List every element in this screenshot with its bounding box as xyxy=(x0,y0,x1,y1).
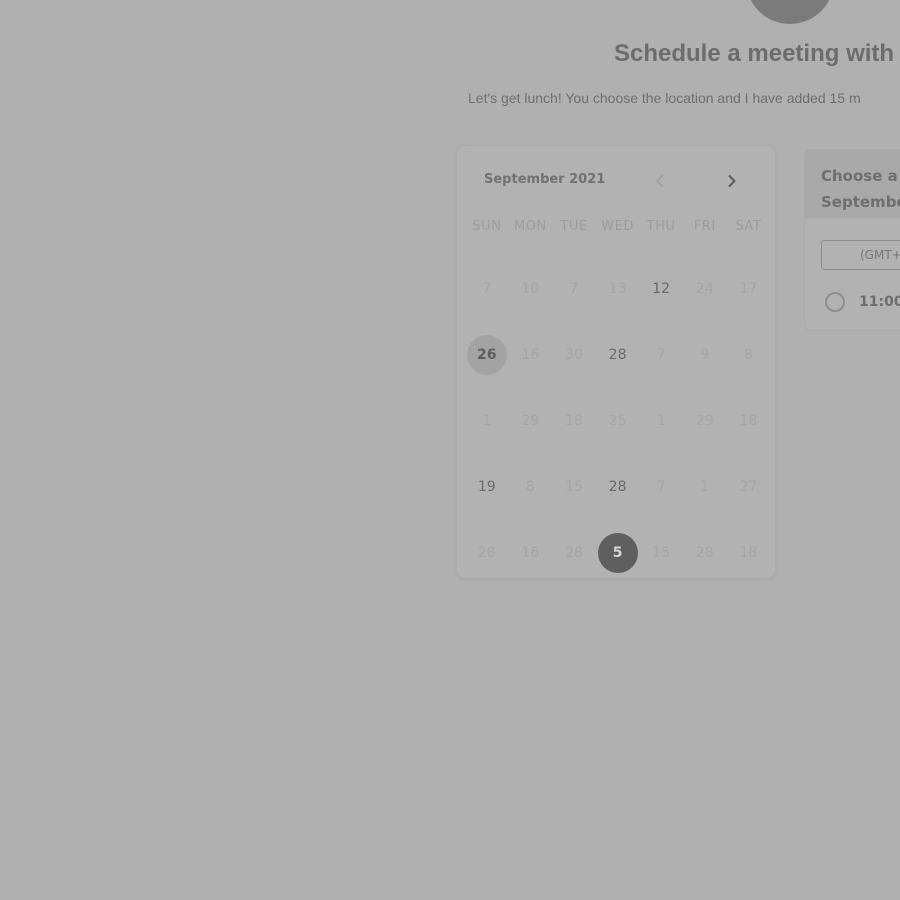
page-title: Schedule a meeting with xyxy=(614,40,895,67)
date-cell: 7 xyxy=(639,322,683,388)
date-number: 1 xyxy=(656,413,666,429)
date-number: 28 xyxy=(608,479,627,495)
date-number: 17 xyxy=(739,281,758,297)
date-number: 30 xyxy=(565,347,583,363)
date-number: 18 xyxy=(565,413,583,429)
weekday-label: FRI xyxy=(693,219,716,234)
date-cell: 28 xyxy=(683,520,727,586)
date-cell: 18 xyxy=(552,388,596,454)
today-date-cell[interactable]: 26 xyxy=(465,322,509,388)
date-cell: 8 xyxy=(509,454,553,520)
date-number: 27 xyxy=(739,479,758,495)
date-number: 13 xyxy=(608,281,627,297)
date-number: 16 xyxy=(521,347,540,363)
date-cell: 18 xyxy=(727,388,771,454)
date-number: 5 xyxy=(597,533,638,573)
date-cell: 27 xyxy=(727,454,771,520)
calendar-day-grid: 7 10 7 13 12 24 17 26 16 30 28 7 9 8 1 29 18 25 1 29 18 19 8 15… xyxy=(465,256,771,586)
date-cell: 24 xyxy=(683,256,727,322)
date-number: 8 xyxy=(525,479,535,495)
date-number: 24 xyxy=(695,281,714,297)
date-cell: 17 xyxy=(727,256,771,322)
time-slot-label: 11:00 xyxy=(859,294,900,310)
date-cell: 30 xyxy=(552,322,596,388)
date-cell: 13 xyxy=(596,256,640,322)
date-cell: 25 xyxy=(596,388,640,454)
chevron-right-icon xyxy=(728,175,736,187)
date-number: 7 xyxy=(656,479,666,495)
chevron-left-icon xyxy=(656,175,663,187)
next-month-button[interactable] xyxy=(721,170,743,192)
month-label: September 2021 xyxy=(484,172,606,187)
date-cell: 8 xyxy=(727,322,771,388)
date-cell: 29 xyxy=(509,388,553,454)
date-number: 10 xyxy=(521,281,540,297)
date-number: 28 xyxy=(695,545,714,561)
date-number: 8 xyxy=(743,347,753,363)
weekday-label: MON xyxy=(514,219,547,234)
date-number: 15 xyxy=(652,545,671,561)
date-cell: 18 xyxy=(727,520,771,586)
date-cell[interactable]: 19 xyxy=(465,454,509,520)
date-cell: 9 xyxy=(683,322,727,388)
date-number: 1 xyxy=(482,413,492,429)
time-panel-header: Choose a t Septembe xyxy=(805,150,900,218)
weekday-label: SAT xyxy=(735,219,762,234)
date-number: 28 xyxy=(565,545,583,561)
date-cell[interactable]: 12 xyxy=(639,256,683,322)
host-avatar xyxy=(746,0,834,24)
date-cell: 10 xyxy=(509,256,553,322)
previous-month-button[interactable] xyxy=(649,170,671,192)
date-cell: 15 xyxy=(639,520,683,586)
date-number: 7 xyxy=(569,281,579,297)
date-cell: 15 xyxy=(552,454,596,520)
date-number: 25 xyxy=(608,413,627,429)
date-cell: 28 xyxy=(465,520,509,586)
time-slot-option[interactable]: 11:00 xyxy=(825,292,900,312)
date-number: 18 xyxy=(739,413,758,429)
weekday-header-row: SUN MON TUE WED THU FRI SAT xyxy=(465,219,771,234)
date-cell: 28 xyxy=(552,520,596,586)
meeting-description: Let's get lunch! You choose the location… xyxy=(468,90,861,106)
date-number: 7 xyxy=(482,281,492,297)
date-number: 19 xyxy=(477,479,496,495)
time-slot-panel: Choose a t Septembe (GMT+ 11:00 xyxy=(805,150,900,330)
weekday-label: THU xyxy=(646,219,676,234)
date-cell: 16 xyxy=(509,322,553,388)
date-cell: 7 xyxy=(552,256,596,322)
date-cell[interactable]: 28 xyxy=(596,454,640,520)
date-number: 26 xyxy=(466,335,507,375)
date-number: 1 xyxy=(700,479,710,495)
date-cell: 1 xyxy=(683,454,727,520)
weekday-label: SUN xyxy=(472,219,502,234)
date-cell[interactable]: 28 xyxy=(596,322,640,388)
date-cell: 29 xyxy=(683,388,727,454)
weekday-label: TUE xyxy=(560,219,588,234)
date-cell: 1 xyxy=(639,388,683,454)
date-number: 7 xyxy=(656,347,666,363)
time-panel-heading: Choose a t xyxy=(821,167,900,185)
date-cell: 7 xyxy=(639,454,683,520)
date-picker-calendar: September 2021 SUN MON TUE WED THU FRI SAT 7 10… xyxy=(457,146,775,578)
date-number: 29 xyxy=(521,413,540,429)
date-number: 28 xyxy=(608,347,627,363)
date-number: 28 xyxy=(477,545,496,561)
date-number: 9 xyxy=(700,347,710,363)
time-slot-radio[interactable] xyxy=(825,292,845,312)
date-number: 16 xyxy=(521,545,540,561)
selected-date-label: Septembe xyxy=(821,193,900,211)
date-number: 29 xyxy=(695,413,714,429)
weekday-label: WED xyxy=(601,219,634,234)
page: Schedule a meeting with Let's get lunch!… xyxy=(0,0,900,900)
date-number: 18 xyxy=(739,545,758,561)
date-cell: 7 xyxy=(465,256,509,322)
date-number: 12 xyxy=(652,281,671,297)
date-cell: 16 xyxy=(509,520,553,586)
selected-date-cell[interactable]: 5 xyxy=(596,520,640,586)
date-number: 15 xyxy=(565,479,583,495)
timezone-select[interactable]: (GMT+ xyxy=(821,240,900,270)
date-cell: 1 xyxy=(465,388,509,454)
